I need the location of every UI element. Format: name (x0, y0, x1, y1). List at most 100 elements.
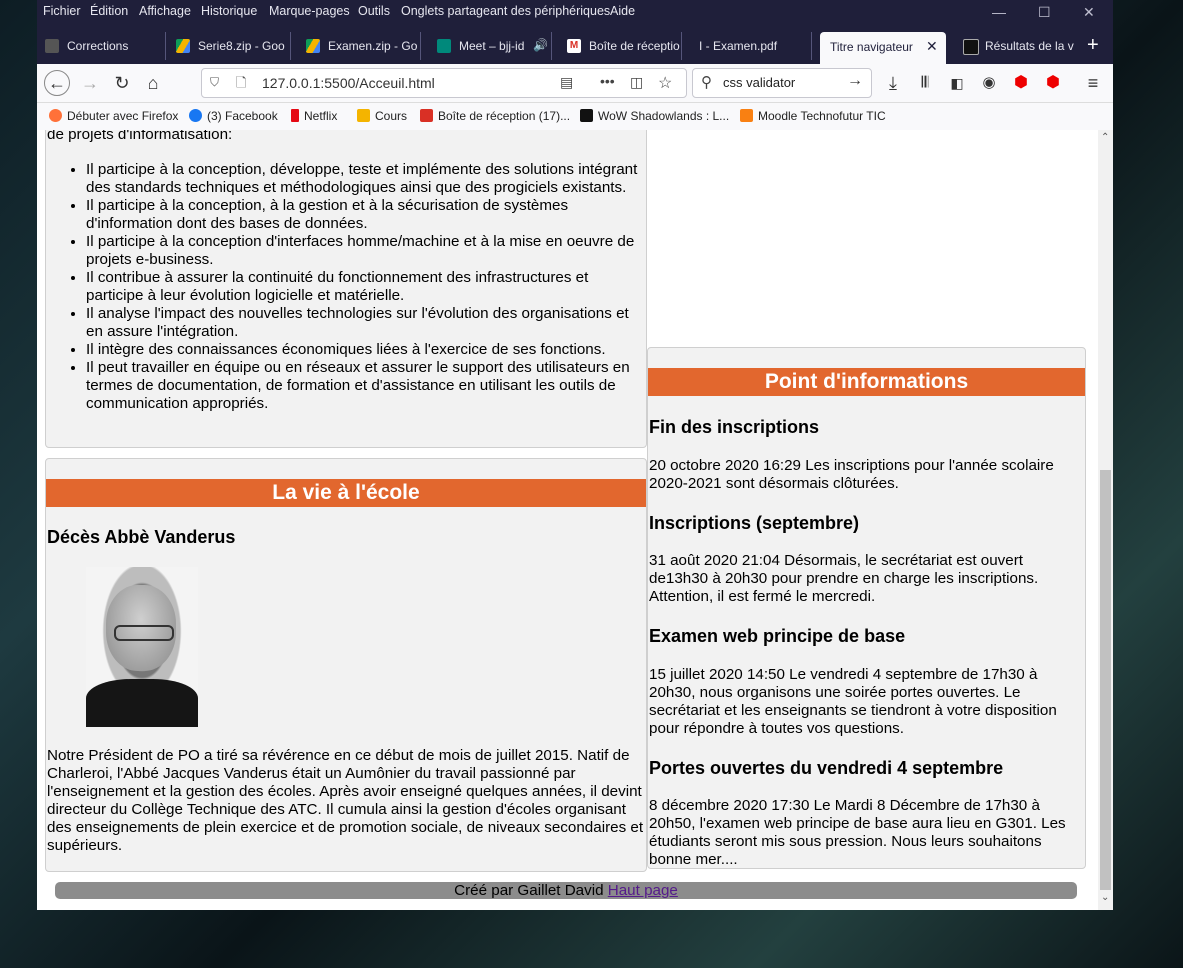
navigation-bar: ← → ↻ ⌂ ⛉ 🗋 127.0.0.1:5500/Acceuil.html … (37, 64, 1113, 103)
moodle-icon (740, 109, 753, 122)
news-text: 31 août 2020 21:04 Désormais, le secréta… (649, 552, 1039, 605)
page-icon (45, 39, 59, 53)
search-bar[interactable]: ⚲ css validator → (692, 68, 872, 98)
footer: Créé par Gaillet David Haut page (55, 882, 1077, 899)
formation-box: de projets d'informatisation: Il partici… (45, 130, 647, 448)
portrait-glasses-shape (114, 625, 174, 641)
page-info-icon[interactable]: 🗋 (236, 74, 246, 96)
tab-label: Titre navigateur (830, 40, 913, 54)
tab-label: Résultats de la v (985, 39, 1074, 53)
list-item: Il intègre des connaissances économiques… (86, 341, 646, 359)
skills-list: Il participe à la conception, développe,… (46, 161, 646, 413)
news-title: Fin des inscriptions (649, 417, 820, 437)
menu-edition[interactable]: Édition (90, 4, 128, 18)
shield-icon[interactable]: ⛉ (210, 75, 219, 90)
download-icon[interactable]: ⤓ (880, 71, 906, 95)
menu-historique[interactable]: Historique (201, 4, 257, 18)
search-input[interactable]: css validator (723, 75, 795, 90)
hamburger-menu-icon[interactable]: ≡ (1080, 71, 1106, 95)
more-actions-icon[interactable]: ••• (600, 73, 615, 89)
news-text: 20 octobre 2020 16:29 Les inscriptions p… (649, 457, 1054, 492)
scroll-up-icon[interactable]: ⌃ (1101, 132, 1109, 143)
home-icon[interactable]: ⌂ (140, 71, 166, 95)
news-text: 8 décembre 2020 17:30 Le Mardi 8 Décembr… (649, 797, 1066, 868)
tab-label: Boîte de réceptio (589, 39, 680, 53)
account-icon[interactable]: ◉ (976, 71, 1002, 95)
search-go-icon[interactable]: → (847, 72, 863, 90)
pocket-icon[interactable]: ◫ (630, 74, 643, 91)
news-text: 15 juillet 2020 14:50 Le vendredi 4 sept… (649, 666, 1057, 737)
school-life-box: La vie à l'école Décès Abbè Vanderus Not… (45, 458, 647, 872)
info-box: Point d'informations Fin des inscription… (647, 347, 1086, 869)
tab-examen-pdf[interactable]: I - Examen.pdf (689, 32, 812, 60)
tab-titre-navigateur[interactable]: Titre navigateur ✕ (820, 32, 946, 64)
tab-corrections[interactable]: Corrections (37, 32, 166, 60)
bookmark-gmail[interactable]: Boîte de réception (17)... (420, 109, 570, 123)
bookmark-netflix[interactable]: Netflix (291, 109, 337, 123)
wow-icon (580, 109, 593, 122)
bookmark-label: (3) Facebook (207, 109, 278, 123)
new-tab-icon[interactable]: + (1087, 34, 1099, 57)
page-scrollbar[interactable]: ⌃ ⌄ (1098, 130, 1113, 910)
reload-icon[interactable]: ↻ (109, 71, 135, 95)
tab-serie8[interactable]: Serie8.zip - Goo (168, 32, 291, 60)
reader-view-icon[interactable]: ▤ (560, 74, 573, 91)
article-title: Décès Abbè Vanderus (47, 527, 236, 547)
tab-w3c[interactable]: Résultats de la v (955, 32, 1077, 60)
url-text[interactable]: 127.0.0.1:5500/Acceuil.html (262, 75, 435, 91)
meet-icon (437, 39, 451, 53)
back-icon[interactable]: ← (44, 70, 70, 96)
w3c-icon (963, 39, 979, 55)
url-bar[interactable]: ⛉ 🗋 127.0.0.1:5500/Acceuil.html ▤ ••• ◫ … (201, 68, 687, 98)
minimize-icon[interactable]: — (992, 4, 1006, 20)
tab-gmail[interactable]: M Boîte de réceptio (559, 32, 682, 60)
bookmark-cours[interactable]: Cours (357, 109, 407, 123)
bookmark-wow[interactable]: WoW Shadowlands : L... (580, 109, 729, 123)
scroll-down-icon[interactable]: ⌄ (1101, 892, 1109, 903)
scrollbar-thumb[interactable] (1100, 470, 1111, 890)
menu-onglets-peripheriques[interactable]: Onglets partageant des périphériques (401, 4, 610, 18)
list-item: Il analyse l'impact des nouvelles techno… (86, 305, 646, 341)
portrait-photo (86, 567, 198, 727)
gmail-icon (420, 109, 433, 122)
netflix-icon (291, 109, 299, 122)
gmail-icon: M (567, 39, 581, 53)
bookmark-moodle[interactable]: Moodle Technofutur TIC (740, 109, 886, 123)
sidebar-icon[interactable]: ◧ (944, 71, 970, 95)
menu-marque-pages[interactable]: Marque-pages (269, 4, 350, 18)
back-to-top-link[interactable]: Haut page (608, 882, 678, 899)
bookmark-firefox[interactable]: Débuter avec Firefox (49, 109, 178, 123)
menu-affichage[interactable]: Affichage (139, 4, 191, 18)
ublock-icon[interactable]: ⬢ (1008, 71, 1034, 95)
menu-outils[interactable]: Outils (358, 4, 390, 18)
info-heading: Point d'informations (648, 368, 1085, 396)
classroom-icon (357, 109, 370, 122)
bookmark-star-icon[interactable]: ☆ (658, 73, 672, 93)
library-icon[interactable]: 𝄃𝄃 (912, 71, 938, 95)
tab-bar: Corrections Serie8.zip - Goo Examen.zip … (37, 28, 1113, 64)
bookmark-label: Cours (375, 109, 408, 123)
browser-window: Fichier Édition Affichage Historique Mar… (37, 0, 1113, 910)
school-life-heading: La vie à l'école (46, 479, 646, 507)
menu-fichier[interactable]: Fichier (43, 4, 81, 18)
menu-aide[interactable]: Aide (610, 4, 635, 18)
bookmarks-bar: Débuter avec Firefox (3) Facebook Netfli… (37, 103, 1113, 130)
list-item: Il participe à la conception d'interface… (86, 233, 646, 269)
speaker-icon[interactable]: 🔊 (533, 38, 548, 52)
lockwise-icon[interactable]: ⬢ (1040, 71, 1066, 95)
list-item: Il peut travailler en équipe ou en résea… (86, 359, 646, 413)
bookmark-label: Boîte de réception (17)... (438, 109, 571, 123)
drive-icon (306, 39, 320, 53)
maximize-icon[interactable]: ☐ (1038, 4, 1051, 21)
tab-label: Meet – bjj-id (459, 39, 525, 53)
drive-icon (176, 39, 190, 53)
tab-meet[interactable]: Meet – bjj-id 🔊 (429, 32, 552, 60)
page-content: de projets d'informatisation: Il partici… (37, 130, 1098, 910)
close-tab-icon[interactable]: ✕ (926, 38, 938, 55)
bookmark-facebook[interactable]: (3) Facebook (189, 109, 278, 123)
article-text: Notre Président de PO a tiré sa révérenc… (47, 747, 644, 854)
tab-examen-zip[interactable]: Examen.zip - Go (298, 32, 421, 60)
close-window-icon[interactable]: ✕ (1083, 4, 1095, 21)
bookmark-label: Débuter avec Firefox (67, 109, 179, 123)
forward-icon[interactable]: → (77, 71, 103, 95)
